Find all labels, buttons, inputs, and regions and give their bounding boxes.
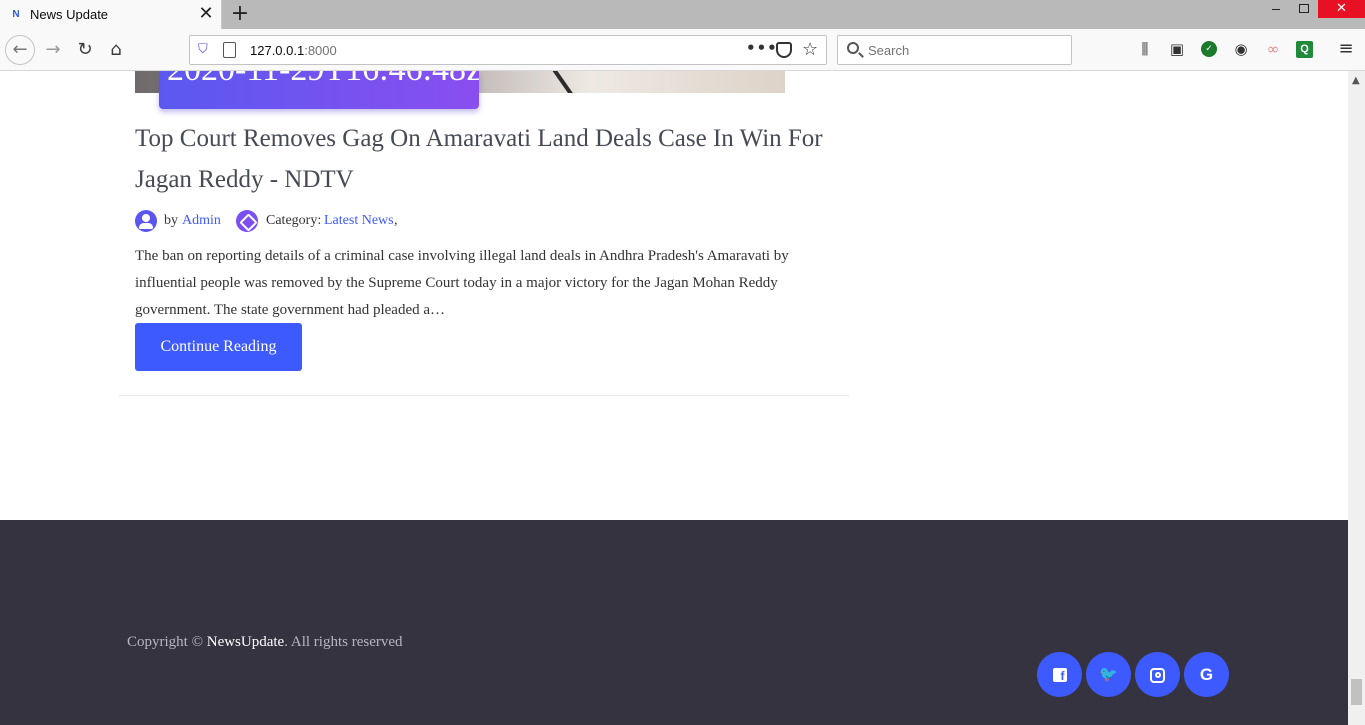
date-badge-text: 2020-11-29T16:46:48Z bbox=[167, 71, 479, 89]
new-tab-button[interactable]: + bbox=[228, 2, 252, 26]
close-window-icon[interactable]: ✕ bbox=[1318, 0, 1365, 18]
instagram-button[interactable] bbox=[1135, 652, 1180, 697]
extension-shield-icon[interactable]: ✓ bbox=[1201, 41, 1217, 57]
instagram-icon bbox=[1150, 667, 1165, 683]
url-host: 127.0.0.1 bbox=[250, 43, 305, 58]
continue-reading-button[interactable]: Continue Reading bbox=[135, 323, 302, 371]
site-footer: Copyright © NewsUpdate. All rights reser… bbox=[0, 520, 1348, 725]
facebook-icon: f bbox=[1052, 668, 1067, 683]
navigation-toolbar: ← → ↻ ⌂ ⛉ 127.0.0.1:8000 ••• ☆ Search ⫼ … bbox=[0, 29, 1365, 71]
page-viewport: 2020-11-29T16:46:48Z Top Court Removes G… bbox=[0, 71, 1348, 725]
by-label: by bbox=[164, 213, 178, 228]
tracking-protection-shield-icon[interactable]: ⛉ bbox=[198, 42, 212, 58]
url-port: :8000 bbox=[304, 43, 337, 58]
address-bar[interactable]: ⛉ 127.0.0.1:8000 ••• ☆ bbox=[189, 35, 827, 65]
category-separator: , bbox=[394, 213, 398, 228]
bookmark-star-icon[interactable]: ☆ bbox=[802, 39, 818, 60]
post-divider bbox=[119, 395, 849, 396]
google-icon: G bbox=[1199, 665, 1214, 684]
twitter-button[interactable]: 🐦 bbox=[1086, 652, 1131, 697]
post-title[interactable]: Top Court Removes Gag On Amaravati Land … bbox=[135, 118, 825, 200]
page-info-icon[interactable] bbox=[223, 42, 236, 58]
twitter-icon: 🐦 bbox=[1099, 665, 1118, 683]
tab-bar: N News Update ✕ + ✕ bbox=[0, 0, 1365, 29]
scrollbar-thumb[interactable] bbox=[1351, 679, 1362, 705]
google-button[interactable]: G bbox=[1184, 652, 1229, 697]
category-link[interactable]: Latest News bbox=[324, 213, 394, 229]
minimize-window-icon[interactable] bbox=[1262, 0, 1290, 18]
search-placeholder: Search bbox=[868, 43, 910, 58]
category-label: Category: bbox=[266, 213, 322, 228]
library-icon[interactable]: ⫼ bbox=[1135, 39, 1155, 59]
brand-link[interactable]: NewsUpdate bbox=[207, 634, 284, 650]
page-actions-menu-icon[interactable]: ••• bbox=[746, 39, 778, 57]
tab-news-update[interactable]: N News Update ✕ bbox=[0, 0, 222, 29]
home-button[interactable]: ⌂ bbox=[102, 36, 130, 64]
scroll-up-arrow-icon[interactable]: ▲ bbox=[1352, 75, 1360, 86]
search-bar[interactable]: Search bbox=[837, 35, 1072, 65]
restore-window-icon[interactable] bbox=[1290, 0, 1318, 18]
tab-title: News Update bbox=[30, 7, 109, 22]
author-link[interactable]: Admin bbox=[182, 213, 221, 229]
extension-q-icon[interactable]: Q bbox=[1296, 41, 1313, 58]
hamburger-menu-icon[interactable]: ≡ bbox=[1336, 39, 1356, 59]
copyright-suffix: . All rights reserved bbox=[284, 634, 403, 650]
account-icon[interactable]: ◉ bbox=[1231, 39, 1251, 59]
reload-button[interactable]: ↻ bbox=[71, 36, 99, 64]
copyright-text: Copyright © NewsUpdate. All rights reser… bbox=[127, 634, 403, 651]
tag-icon bbox=[236, 210, 258, 232]
facebook-button[interactable]: f bbox=[1037, 652, 1082, 697]
back-button[interactable]: ← bbox=[5, 35, 35, 65]
vertical-scrollbar[interactable]: ▲ bbox=[1348, 71, 1365, 725]
sidebar-icon[interactable]: ▣ bbox=[1167, 39, 1187, 59]
forward-button[interactable]: → bbox=[39, 36, 67, 64]
copyright-prefix: Copyright © bbox=[127, 634, 207, 650]
url-text[interactable]: 127.0.0.1:8000 bbox=[250, 43, 337, 58]
close-tab-icon[interactable]: ✕ bbox=[196, 4, 216, 24]
search-icon bbox=[847, 42, 859, 54]
pocket-icon[interactable] bbox=[776, 42, 792, 58]
user-icon bbox=[135, 210, 157, 232]
favicon-icon: N bbox=[12, 9, 20, 20]
date-badge: 2020-11-29T16:46:48Z bbox=[159, 71, 479, 109]
extension-link-icon[interactable]: ∞ bbox=[1263, 39, 1283, 59]
post-excerpt: The ban on reporting details of a crimin… bbox=[135, 248, 789, 318]
